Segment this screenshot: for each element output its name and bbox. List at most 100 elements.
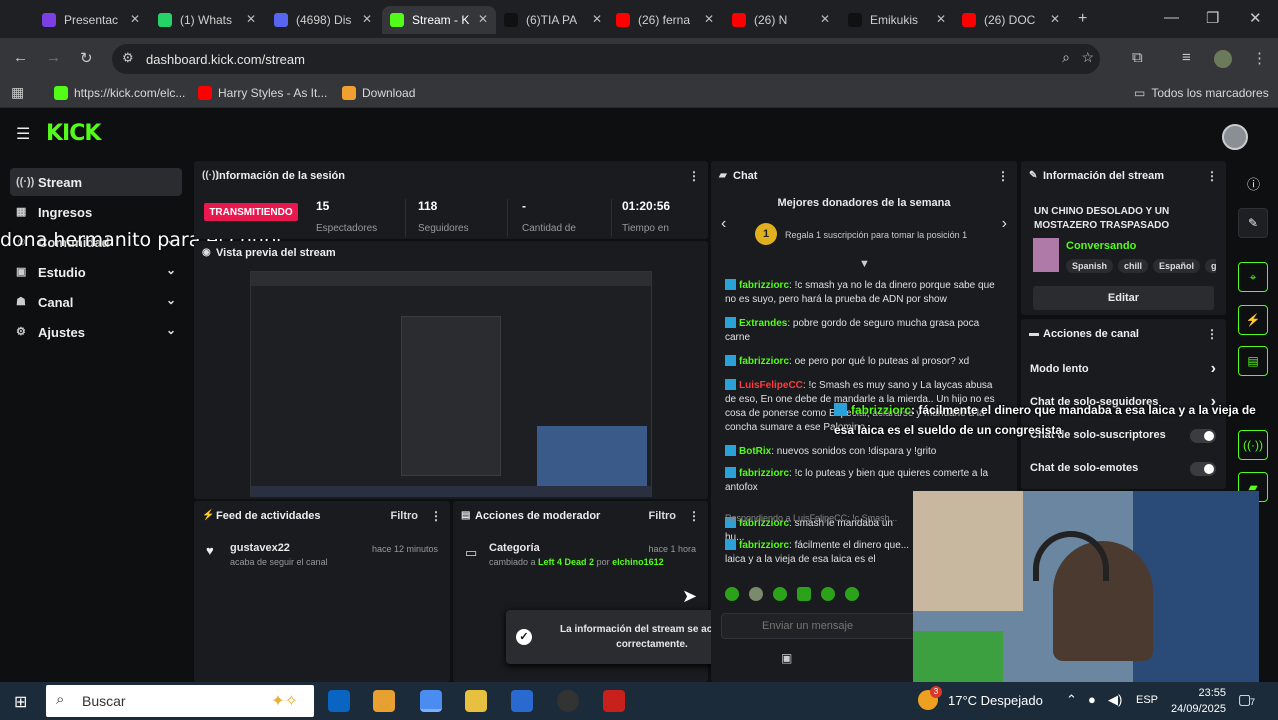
url-input[interactable]: ⚙ dashboard.kick.com/stream ⌕ ☆: [112, 44, 1100, 74]
close-tab-icon[interactable]: ✕: [246, 12, 256, 26]
language-indicator[interactable]: ESP: [1136, 694, 1158, 706]
bookmark-kick[interactable]: https://kick.com/elc...: [54, 86, 185, 100]
reload-icon[interactable]: ↻: [80, 49, 93, 67]
browser-tab[interactable]: (1) Whats ✕: [150, 6, 264, 34]
media-icon[interactable]: ≡: [1182, 49, 1191, 66]
explorer-icon[interactable]: [465, 690, 487, 712]
close-tab-icon[interactable]: ✕: [130, 12, 140, 26]
menu-icon[interactable]: ⋮: [1252, 49, 1267, 67]
close-tab-icon[interactable]: ✕: [1050, 12, 1060, 26]
apps-grid-icon[interactable]: ▦: [11, 84, 24, 101]
minimize-button[interactable]: —: [1164, 9, 1179, 26]
category-name[interactable]: Conversando: [1066, 240, 1136, 252]
stream-tag[interactable]: g: [1205, 259, 1216, 273]
user-avatar[interactable]: [1222, 124, 1248, 150]
channel-action-row[interactable]: Chat de solo-emotes: [1030, 462, 1218, 484]
sidebar-item-ingresos[interactable]: ▦ Ingresos: [10, 198, 182, 226]
emote-icon[interactable]: [845, 587, 859, 601]
weather-text[interactable]: 17°C Despejado: [948, 693, 1043, 708]
more-icon[interactable]: ⋮: [430, 509, 442, 523]
trophy-icon[interactable]: [373, 690, 395, 712]
raid-button[interactable]: ⌖: [1238, 262, 1268, 292]
hamburger-icon[interactable]: ☰: [16, 124, 30, 144]
sidebar-item-estudio[interactable]: ▣ Estudio ⌄: [10, 258, 182, 286]
close-tab-icon[interactable]: ✕: [362, 12, 372, 26]
chrome-icon[interactable]: [420, 690, 442, 712]
close-tab-icon[interactable]: ✕: [704, 12, 714, 26]
collapse-icon[interactable]: ▼: [859, 258, 870, 270]
browser-tab[interactable]: (6)TIA PA ✕: [496, 6, 610, 34]
sidebar-item-stream[interactable]: ((·)) Stream: [10, 168, 182, 196]
more-icon[interactable]: ⋮: [688, 509, 700, 523]
mod-action-game[interactable]: Left 4 Dead 2: [538, 557, 594, 567]
info-icon[interactable]: ⓘ: [1247, 174, 1260, 193]
more-icon[interactable]: ⋮: [997, 169, 1009, 183]
browser-tab[interactable]: (26) ferna ✕: [608, 6, 722, 34]
browser-tab[interactable]: Stream - K ✕: [382, 6, 496, 34]
stream-preview-video[interactable]: [250, 271, 652, 497]
chat-username[interactable]: BotRix: [739, 446, 771, 457]
taskbar-search[interactable]: ⌕ Buscar ✦✧: [46, 685, 314, 717]
chevron-left-icon[interactable]: ‹: [721, 215, 726, 233]
speaker-icon[interactable]: ◀): [1108, 692, 1122, 708]
kick-logo[interactable]: KICK: [46, 121, 101, 146]
new-tab-button[interactable]: +: [1078, 10, 1087, 28]
restore-button[interactable]: ❐: [1206, 9, 1219, 27]
close-tab-icon[interactable]: ✕: [592, 12, 602, 26]
all-bookmarks-button[interactable]: ▭ Todos los marcadores: [1134, 86, 1269, 100]
clock-time[interactable]: 23:55: [1170, 687, 1226, 699]
sidebar-item-canal[interactable]: ☗ Canal ⌄: [10, 288, 182, 316]
forward-icon[interactable]: →: [46, 49, 61, 66]
edit-info-button[interactable]: ✎: [1238, 208, 1268, 238]
more-icon[interactable]: ⋮: [1206, 169, 1218, 183]
stream-tag[interactable]: Spanish: [1066, 259, 1114, 273]
store-icon[interactable]: [511, 690, 533, 712]
browser-tab[interactable]: Presentac ✕: [34, 6, 148, 34]
emote-icon[interactable]: [773, 587, 787, 601]
game-icon[interactable]: [603, 690, 625, 712]
close-tab-icon[interactable]: ✕: [820, 12, 830, 26]
chevron-up-icon[interactable]: ⌃: [1066, 692, 1077, 708]
emote-icon[interactable]: [797, 587, 811, 601]
sidebar-item-ajustes[interactable]: ⚙ Ajustes ⌄: [10, 318, 182, 346]
bookmark-download[interactable]: Download: [342, 86, 415, 100]
toggle-switch[interactable]: [1190, 462, 1216, 476]
more-icon[interactable]: ⋮: [688, 169, 700, 183]
site-info-icon[interactable]: ⚙: [122, 50, 134, 66]
profile-avatar[interactable]: [1214, 50, 1232, 68]
mic-icon[interactable]: ●: [1088, 692, 1096, 707]
clock-date[interactable]: 24/09/2025: [1166, 703, 1226, 715]
outlook-icon[interactable]: [328, 690, 350, 712]
filter-button[interactable]: Filtro: [649, 510, 677, 522]
close-tab-icon[interactable]: ✕: [936, 12, 946, 26]
notes-button[interactable]: ▤: [1238, 346, 1268, 376]
obs-icon[interactable]: [557, 690, 579, 712]
more-icon[interactable]: ⋮: [1206, 327, 1218, 341]
stream-tag[interactable]: chill: [1118, 259, 1149, 273]
channel-action-row[interactable]: Modo lento ›: [1030, 360, 1218, 385]
chevron-right-icon[interactable]: ›: [1002, 215, 1007, 233]
search-icon[interactable]: ⌕: [1062, 49, 1070, 66]
star-icon[interactable]: ☆: [1081, 49, 1094, 66]
filter-button[interactable]: Filtro: [391, 510, 419, 522]
edit-button[interactable]: Editar: [1033, 286, 1214, 310]
stream-tag[interactable]: Español: [1153, 259, 1201, 273]
chat-username[interactable]: fabrizziorc: [739, 356, 789, 367]
browser-tab[interactable]: (26) DOC ✕: [954, 6, 1068, 34]
browser-tab[interactable]: (26) N ✕: [724, 6, 838, 34]
browser-tab[interactable]: (4698) Dis ✕: [266, 6, 380, 34]
chat-username[interactable]: Extrandes: [739, 318, 787, 329]
emote-icon[interactable]: [821, 587, 835, 601]
flash-button[interactable]: ⚡: [1238, 305, 1268, 335]
chat-username[interactable]: fabrizziorc: [739, 468, 789, 479]
close-window-button[interactable]: ✕: [1249, 9, 1262, 27]
extensions-icon[interactable]: ⧉: [1132, 49, 1143, 66]
close-tab-icon[interactable]: ✕: [478, 12, 488, 26]
browser-tab[interactable]: Emikukis ✕: [840, 6, 954, 34]
chat-username[interactable]: LuisFelipeCC: [739, 380, 803, 391]
activity-user[interactable]: gustavex22: [230, 542, 290, 554]
back-icon[interactable]: ←: [13, 49, 28, 66]
chat-username[interactable]: fabrizziorc: [739, 540, 789, 551]
windows-start-icon[interactable]: ⊞: [14, 692, 27, 712]
donor-prompt[interactable]: Regala 1 suscripción para tomar la posic…: [785, 230, 967, 240]
